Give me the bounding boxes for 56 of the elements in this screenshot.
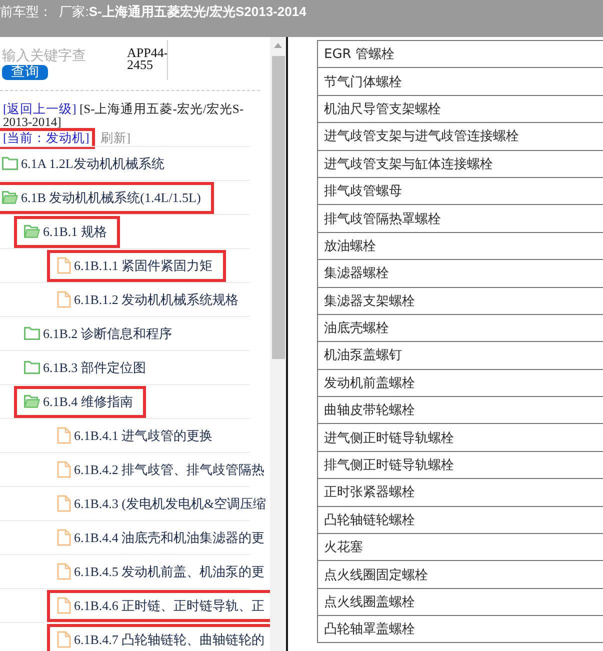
table-cell: 集滤器螺栓 xyxy=(317,259,603,287)
search-button[interactable]: 查询 xyxy=(2,65,48,80)
table-cell: EGR 管螺栓 xyxy=(317,40,603,68)
tree-item[interactable]: 6.1A 1.2L发动机机械系统 xyxy=(21,154,164,172)
vehicle-model-title: 前车型： 厂家:S-上海通用五菱宏光/宏光S2013-2014 xyxy=(0,4,306,20)
table-cell: 发动机前盖螺栓 xyxy=(317,368,603,396)
back-link[interactable]: [返回上一级] xyxy=(3,102,76,116)
tree-item[interactable]: 6.1B.4.5 发动机前盖、机油泵的更 xyxy=(74,562,265,580)
table-cell: 进气侧正时链导轨螺栓 xyxy=(317,423,603,451)
table-cell: 曲轴皮带轮螺栓 xyxy=(317,396,603,424)
tree-item[interactable]: 6.1B.2 诊断信息和程序 xyxy=(43,324,172,342)
tree-item[interactable]: 6.1B.4.1 进气歧管的更换 xyxy=(74,426,213,444)
tree-item[interactable]: 6.1B.4.6 正时链、正时链导轨、正 xyxy=(74,596,265,614)
tree-item[interactable]: 6.1B.4 维修指南 xyxy=(43,392,133,410)
tree-item[interactable]: 6.1B.4.3 (发电机发电机&空调压缩 xyxy=(74,494,266,512)
document-icon xyxy=(57,529,71,546)
table-cell: 节气门体螺栓 xyxy=(317,67,603,95)
search-field[interactable]: 输入关键字查 xyxy=(0,47,92,65)
tree-item[interactable]: 6.1B.3 部件定位图 xyxy=(43,358,146,376)
table-cell: 集滤器支架螺栓 xyxy=(317,286,603,314)
breadcrumb-path: [返回上一级] [S-上海通用五菱-宏光/宏光S-2013-2014] xyxy=(3,103,244,129)
tree-item[interactable]: 6.1B 发动机机械系统(1.4L/1.5L) xyxy=(21,188,201,206)
document-icon xyxy=(57,495,71,512)
document-icon xyxy=(57,563,71,580)
scrollbar-thumb[interactable] xyxy=(272,56,284,359)
tree-item[interactable]: 6.1B.1.2 发动机机械系统规格 xyxy=(74,290,239,308)
tree-item[interactable]: 6.1B.1.1 紧固件紧固力矩 xyxy=(74,256,213,274)
table-cell: 排气歧管隔热罩螺栓 xyxy=(317,204,603,232)
tree-item[interactable]: 6.1B.4.7 凸轮轴链轮、曲轴链轮的 xyxy=(74,630,265,648)
table-cell: 机油泵盖螺钉 xyxy=(317,341,603,369)
table-cell: 点火线圈固定螺栓 xyxy=(317,560,603,588)
table-cell: 油底壳螺栓 xyxy=(317,314,603,342)
tree-item[interactable]: 6.1B.4.4 油底壳和机油集滤器的更 xyxy=(74,528,265,546)
table-cell: 放油螺栓 xyxy=(317,232,603,260)
table-cell: 点火线圈盖螺栓 xyxy=(317,588,603,616)
document-icon xyxy=(57,291,71,308)
document-icon xyxy=(57,461,71,478)
current-link[interactable]: [当前：发动机] xyxy=(3,132,90,145)
table-cell: 机油尺导管支架螺栓 xyxy=(317,94,603,122)
table-cell: 正时张紧器螺栓 xyxy=(317,478,603,506)
tree-item[interactable]: 6.1B.1 规格 xyxy=(43,222,107,240)
app-code: APP44-2455 xyxy=(127,47,167,71)
table-cell: 凸轮轴罩盖螺栓 xyxy=(317,615,603,643)
document-icon xyxy=(57,597,71,614)
tree-item[interactable]: 6.1B.4.2 排气歧管、排气歧管隔热 xyxy=(74,460,265,478)
table-cell: 火花塞 xyxy=(317,533,603,560)
table-cell: 排气歧管螺母 xyxy=(317,176,603,204)
document-icon xyxy=(57,257,71,274)
table-cell: 凸轮轴链轮螺栓 xyxy=(317,506,603,534)
table-cell: 排气侧正时链导轨螺栓 xyxy=(317,450,603,478)
scrollbar[interactable] xyxy=(270,37,286,651)
table-cell: 进气歧管支架与缸体连接螺栓 xyxy=(317,150,603,177)
document-icon xyxy=(57,427,71,444)
document-icon xyxy=(57,631,71,648)
table-cell: 进气歧管支架与进气歧管连接螺栓 xyxy=(317,122,603,150)
scroll-up-icon[interactable] xyxy=(274,43,282,48)
